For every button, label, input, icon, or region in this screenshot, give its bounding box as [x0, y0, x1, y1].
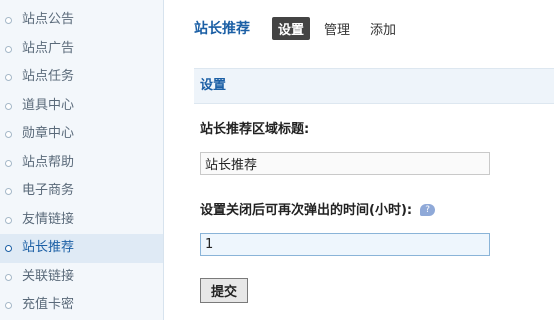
sidebar-item-related-links[interactable]: 关联链接	[0, 263, 163, 292]
sidebar-item-medals[interactable]: 勋章中心	[0, 120, 163, 149]
circle-bullet-icon	[5, 159, 12, 167]
circle-bullet-icon	[5, 45, 12, 53]
circle-bullet-icon	[5, 273, 12, 281]
page-header: 站长推荐 设置 管理 添加	[194, 16, 410, 40]
circle-bullet-icon	[5, 131, 12, 138]
hours-field[interactable]	[200, 233, 490, 256]
sidebar-menu: 站点公告 站点广告 站点任务 道具中心 勋章中心 站点帮助 电子商务 友情链接 …	[0, 6, 163, 320]
submit-button[interactable]: 提交	[200, 278, 249, 303]
sidebar-item-label: 充值卡密	[22, 297, 75, 312]
sidebar-item-label: 关联链接	[22, 268, 75, 284]
circle-bullet-icon	[5, 245, 12, 252]
sidebar-item-label: 站长推荐	[22, 240, 75, 255]
circle-bullet-icon	[5, 17, 12, 24]
main-content: 站长推荐 设置 管理 添加 设置 站长推荐区域标题: 设置关闭后可再次弹出的时间…	[164, 0, 554, 320]
tab-settings[interactable]: 设置	[272, 16, 311, 40]
sidebar-item-announcement[interactable]: 站点公告	[0, 6, 163, 35]
sidebar-item-label: 站点广告	[22, 40, 75, 56]
sidebar-item-recommend[interactable]: 站长推荐	[0, 234, 163, 263]
panel-title: 设置	[194, 68, 554, 104]
sidebar-item-friend-links[interactable]: 友情链接	[0, 206, 163, 235]
sidebar-item-help[interactable]: 站点帮助	[0, 149, 163, 178]
sidebar-item-label: 站点任务	[22, 69, 75, 84]
page-title: 站长推荐	[194, 21, 250, 37]
sidebar-item-ads[interactable]: 站点广告	[0, 35, 163, 64]
sidebar-item-label: 电子商务	[22, 183, 75, 198]
sidebar-item-props[interactable]: 道具中心	[0, 92, 163, 121]
tab-manage[interactable]: 管理	[318, 17, 356, 40]
title-field-label: 站长推荐区域标题:	[200, 122, 310, 137]
sidebar-item-ecommerce[interactable]: 电子商务	[0, 177, 163, 206]
sidebar-item-label: 勋章中心	[22, 126, 75, 141]
sidebar-item-tasks[interactable]: 站点任务	[0, 63, 163, 92]
sidebar-item-recharge-cards[interactable]: 充值卡密	[0, 291, 163, 320]
sidebar-item-label: 道具中心	[22, 97, 75, 113]
sidebar: 站点公告 站点广告 站点任务 道具中心 勋章中心 站点帮助 电子商务 友情链接 …	[0, 0, 164, 320]
circle-bullet-icon	[5, 102, 12, 110]
circle-bullet-icon	[5, 302, 12, 309]
title-field[interactable]	[200, 152, 490, 175]
sidebar-item-label: 友情链接	[22, 211, 75, 227]
sidebar-item-label: 站点帮助	[22, 154, 75, 170]
circle-bullet-icon	[5, 216, 12, 224]
circle-bullet-icon	[5, 188, 12, 195]
speech-bubble-help-icon[interactable]: ?	[420, 203, 436, 216]
hours-field-label: 设置关闭后可再次弹出的时间(小时):	[200, 203, 413, 218]
hours-field-label-row: 设置关闭后可再次弹出的时间(小时):?	[200, 199, 436, 218]
circle-bullet-icon	[5, 74, 12, 81]
sidebar-item-label: 站点公告	[22, 12, 75, 27]
tab-add[interactable]: 添加	[364, 17, 402, 40]
